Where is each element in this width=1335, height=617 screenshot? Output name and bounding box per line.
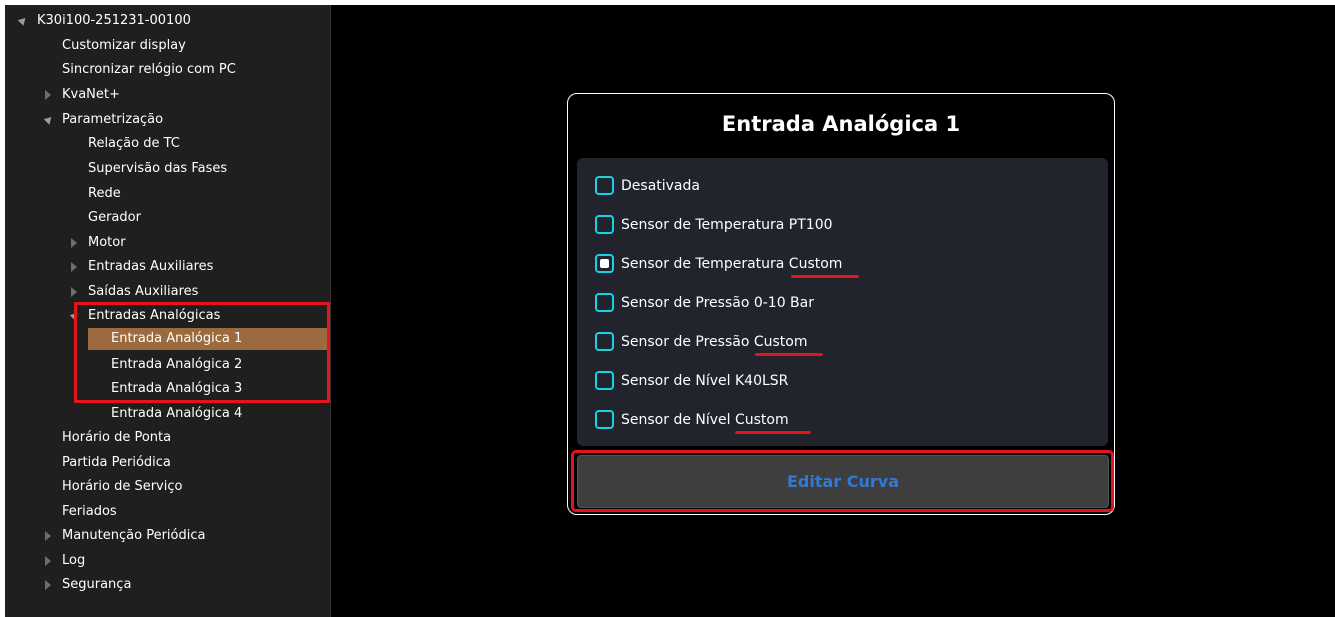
radio-button[interactable]	[595, 176, 614, 195]
tree-item-supervisao-fases[interactable]: Supervisão das Fases	[88, 157, 227, 181]
option-label: Sensor de Pressão 0-10 Bar	[621, 295, 814, 311]
tree-item-label: Supervisão das Fases	[88, 161, 228, 176]
collapsed-arrow-icon[interactable]	[45, 531, 51, 541]
tree-item-label: Log	[62, 553, 86, 568]
collapsed-arrow-icon[interactable]	[71, 262, 77, 272]
collapsed-arrow-icon[interactable]	[71, 287, 77, 297]
tree-item-entrada-analogica-4[interactable]: Entrada Analógica 4	[111, 402, 242, 426]
tree-item-label: Feriados	[62, 504, 117, 519]
panel-title: Entrada Analógica 1	[721, 112, 961, 136]
tree-item-label: Saídas Auxiliares	[88, 284, 199, 299]
analog-input-panel: Entrada Analógica 1 Desativada Sensor de…	[567, 93, 1115, 515]
tree-item-label: Parametrização	[62, 112, 164, 127]
collapsed-arrow-icon[interactable]	[45, 90, 51, 100]
tree-root-label: K30i100-251231-00100	[37, 13, 191, 28]
radio-button[interactable]	[595, 215, 614, 234]
radio-button[interactable]	[595, 410, 614, 429]
tree-item-gerador[interactable]: Gerador	[88, 206, 141, 230]
tree-item-label: Manutenção Periódica	[62, 528, 206, 543]
tree-item-feriados[interactable]: Feriados	[62, 500, 117, 524]
option-label: Sensor de Nível K40LSR	[621, 373, 789, 389]
tree-item-label: Horário de Ponta	[62, 430, 172, 445]
tree-item-label: Entradas Auxiliares	[88, 259, 214, 274]
option-label: Sensor de Pressão Custom	[621, 334, 808, 350]
collapsed-arrow-icon[interactable]	[45, 580, 51, 590]
tree-item-label: Partida Periódica	[62, 455, 171, 470]
annotation-underline	[755, 353, 823, 356]
option-label: Sensor de Nível Custom	[621, 412, 789, 428]
expand-arrow-icon[interactable]	[17, 15, 29, 26]
annotation-underline	[735, 431, 811, 434]
annotation-highlight-box	[74, 302, 330, 403]
option-label: Desativada	[621, 178, 700, 194]
tree-item-horario-servico[interactable]: Horário de Serviço	[62, 475, 182, 499]
radio-button[interactable]	[595, 293, 614, 312]
option-label: Sensor de Temperatura Custom	[621, 256, 843, 272]
radio-button-checked[interactable]	[595, 254, 614, 273]
tree-item-label: Customizar display	[62, 38, 186, 53]
tree-item-partida-periodica[interactable]: Partida Periódica	[62, 451, 171, 475]
sensor-options-group: Desativada Sensor de Temperatura PT100 S…	[577, 158, 1108, 446]
expand-arrow-icon[interactable]	[43, 114, 55, 125]
tree-item-customizar-display[interactable]: Customizar display	[62, 34, 186, 58]
annotation-highlight-box	[571, 450, 1114, 512]
tree-item-rede[interactable]: Rede	[88, 182, 121, 206]
annotation-underline	[791, 275, 859, 278]
tree-item-label: Segurança	[62, 577, 132, 592]
tree-item-label: KvaNet+	[62, 87, 120, 102]
app-window: K30i100-251231-00100 Customizar display …	[5, 5, 1335, 617]
navigation-tree: K30i100-251231-00100 Customizar display …	[5, 5, 331, 617]
tree-item-label: Motor	[88, 235, 126, 250]
tree-item-horario-ponta[interactable]: Horário de Ponta	[62, 426, 171, 450]
tree-item-label: Rede	[88, 186, 121, 201]
tree-item-label: Gerador	[88, 210, 141, 225]
tree-item-sincronizar-relogio[interactable]: Sincronizar relógio com PC	[62, 58, 236, 82]
option-label: Sensor de Temperatura PT100	[621, 217, 833, 233]
tree-item-label: Entrada Analógica 4	[111, 406, 243, 421]
collapsed-arrow-icon[interactable]	[45, 556, 51, 566]
tree-item-relacao-tc[interactable]: Relação de TC	[88, 132, 180, 156]
radio-button[interactable]	[595, 332, 614, 351]
radio-button[interactable]	[595, 371, 614, 390]
tree-item-label: Horário de Serviço	[62, 479, 183, 494]
tree-item-label: Relação de TC	[88, 136, 180, 151]
collapsed-arrow-icon[interactable]	[71, 238, 77, 248]
tree-item-label: Sincronizar relógio com PC	[62, 62, 236, 77]
